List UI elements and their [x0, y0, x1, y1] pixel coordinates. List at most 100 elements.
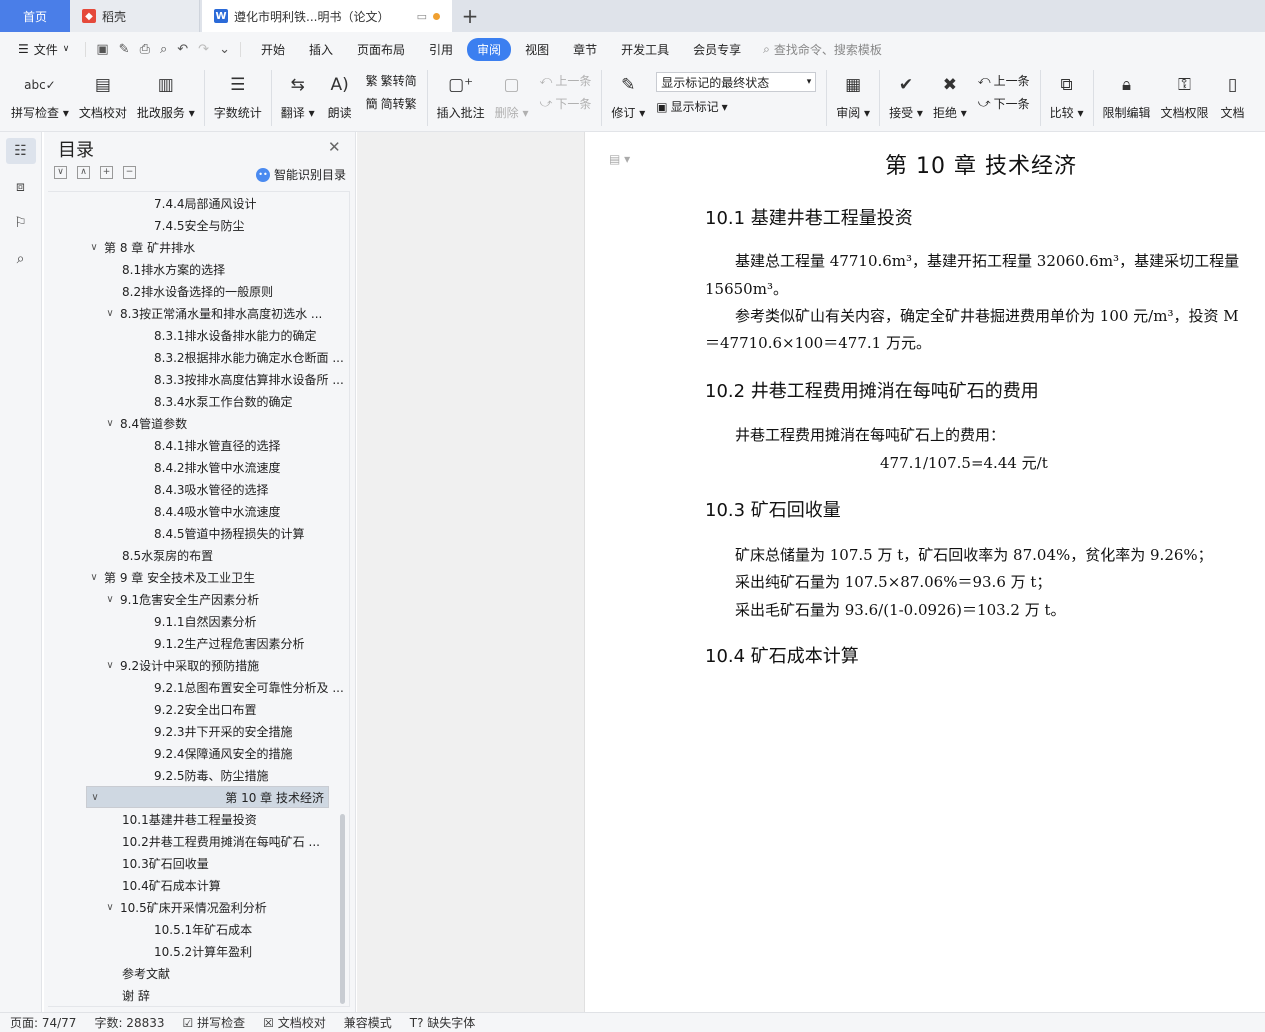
show-markup-button[interactable]: ▣ 显示标记 ▾: [656, 98, 816, 115]
doc-permission-button[interactable]: ⚿ 文档权限: [1156, 70, 1214, 121]
toc-item[interactable]: 8.4.4吸水管中水流速度: [48, 500, 349, 522]
toc-item[interactable]: 谢 辞: [48, 984, 349, 1006]
menu-view[interactable]: 视图: [515, 38, 559, 61]
status-spell-check[interactable]: ☑ 拼写检查: [183, 1014, 246, 1031]
chapter-panel-button[interactable]: ⧈: [6, 174, 36, 200]
command-search[interactable]: ⌕ 查找命令、搜索模板: [763, 41, 882, 58]
toc-item[interactable]: 8.4.5管道中扬程损失的计算: [48, 522, 349, 544]
toc-item[interactable]: 8.4.3吸水管径的选择: [48, 478, 349, 500]
print-preview-icon[interactable]: ⌕: [160, 42, 167, 57]
chevron-down-icon[interactable]: ∨: [104, 308, 116, 319]
format-painter-icon[interactable]: ✎: [119, 42, 130, 57]
translate-button[interactable]: ⇆ 翻译 ▾: [276, 70, 320, 121]
toc-item[interactable]: 9.1.2生产过程危害因素分析: [48, 632, 349, 654]
toc-item[interactable]: 10.1基建井巷工程量投资: [48, 808, 349, 830]
toc-item[interactable]: 9.2.1总图布置安全可靠性分析及 ...: [48, 676, 349, 698]
toc-item[interactable]: ∨ 第 9 章 安全技术及工业卫生: [48, 566, 349, 588]
doc-more-button[interactable]: ▯ 文档: [1214, 70, 1252, 121]
toc-item[interactable]: 10.5.2计算年盈利: [48, 940, 349, 962]
menu-insert[interactable]: 插入: [299, 38, 343, 61]
menu-references[interactable]: 引用: [419, 38, 463, 61]
toc-item[interactable]: 8.3.3按排水高度估算排水设备所 ...: [48, 368, 349, 390]
bookmark-panel-button[interactable]: ⚐: [6, 210, 36, 236]
new-tab-button[interactable]: +: [452, 0, 488, 32]
delete-comment-button[interactable]: ▢ 删除 ▾: [490, 70, 534, 121]
tab-docer[interactable]: ◆ 稻壳: [70, 0, 200, 32]
toc-item[interactable]: 8.3.1排水设备排水能力的确定: [48, 324, 349, 346]
smart-toc-button[interactable]: •• 智能识别目录: [256, 166, 346, 183]
expand-all-icon[interactable]: ∨: [54, 166, 67, 179]
tab-document[interactable]: W 遵化市明利铁...明书（论文） ▭: [202, 0, 452, 32]
toc-item[interactable]: 9.2.3井下开采的安全措施: [48, 720, 349, 742]
reject-button[interactable]: ✖ 拒绝 ▾: [928, 70, 972, 121]
menu-developer[interactable]: 开发工具: [611, 38, 679, 61]
toc-item[interactable]: 7.4.4局部通风设计: [48, 192, 349, 214]
more-icon[interactable]: ⌄: [219, 42, 230, 57]
menu-layout[interactable]: 页面布局: [347, 38, 415, 61]
restrict-edit-button[interactable]: 🔒︎ 限制编辑: [1098, 70, 1156, 121]
toc-item[interactable]: 8.2排水设备选择的一般原则: [48, 280, 349, 302]
toc-item[interactable]: ∨ 9.1危害安全生产因素分析: [48, 588, 349, 610]
chevron-down-icon[interactable]: ∨: [104, 902, 116, 913]
toc-item[interactable]: 8.1排水方案的选择: [48, 258, 349, 280]
insert-comment-button[interactable]: ▢⁺ 插入批注: [432, 70, 490, 121]
missing-font-button[interactable]: T? 缺失字体: [410, 1014, 476, 1031]
toc-item[interactable]: 8.5水泵房的布置: [48, 544, 349, 566]
toc-item[interactable]: 8.4.2排水管中水流速度: [48, 456, 349, 478]
document-page[interactable]: ▤ ▾ 第 10 章 技术经济 10.1 基建井巷工程量投资 基建总工程量 47…: [584, 132, 1265, 1012]
menu-home[interactable]: 开始: [251, 38, 295, 61]
find-panel-button[interactable]: ⌕: [6, 246, 36, 272]
toc-item[interactable]: 10.4矿石成本计算: [48, 874, 349, 896]
prev-comment-button[interactable]: ⤺ 上一条: [540, 72, 592, 89]
toc-item[interactable]: 10.3矿石回收量: [48, 852, 349, 874]
toc-item[interactable]: 10.2井巷工程费用摊消在每吨矿石 ...: [48, 830, 349, 852]
toc-item[interactable]: 参考文献: [48, 962, 349, 984]
next-comment-button[interactable]: ⤻ 下一条: [540, 95, 592, 112]
word-count-button[interactable]: ☰ 字数统计: [209, 70, 267, 121]
toc-item[interactable]: ∨ 10.5矿床开采情况盈利分析: [48, 896, 349, 918]
toc-item[interactable]: 10.5.1年矿石成本: [48, 918, 349, 940]
toc-item[interactable]: 9.2.4保障通风安全的措施: [48, 742, 349, 764]
compare-button[interactable]: ⧉ 比较 ▾: [1045, 70, 1089, 121]
toc-panel-button[interactable]: ☷: [5, 138, 36, 164]
toc-item[interactable]: 9.1.1自然因素分析: [48, 610, 349, 632]
review-pane-button[interactable]: ▦ 审阅 ▾: [831, 70, 875, 121]
toc-item[interactable]: ∨ 8.4管道参数: [48, 412, 349, 434]
toc-scrollbar[interactable]: [340, 814, 345, 1004]
collapse-all-icon[interactable]: ∧: [77, 166, 90, 179]
status-doc-proof[interactable]: ☒ 文档校对: [263, 1014, 326, 1031]
approval-service-button[interactable]: ▥ 批改服务 ▾: [132, 70, 200, 121]
file-menu[interactable]: ☰ 文件 ∨: [12, 41, 75, 58]
close-icon[interactable]: ✕: [328, 138, 341, 156]
toc-item[interactable]: 8.3.4水泵工作台数的确定: [48, 390, 349, 412]
toc-item[interactable]: 9.2.2安全出口布置: [48, 698, 349, 720]
remove-heading-icon[interactable]: −: [123, 166, 136, 179]
simp-to-trad-button[interactable]: 簡简转繁: [366, 95, 417, 112]
monitor-icon[interactable]: ▭: [417, 10, 427, 23]
chevron-down-icon[interactable]: ∨: [88, 242, 100, 253]
print-icon[interactable]: ⎙: [140, 42, 150, 57]
toc-item[interactable]: 7.4.5安全与防尘: [48, 214, 349, 236]
toc-item[interactable]: 8.3.2根据排水能力确定水仓断面 ...: [48, 346, 349, 368]
undo-icon[interactable]: ↶: [177, 42, 188, 57]
menu-section[interactable]: 章节: [563, 38, 607, 61]
chevron-down-icon[interactable]: ∨: [104, 660, 116, 671]
menu-member[interactable]: 会员专享: [683, 38, 751, 61]
chevron-down-icon[interactable]: ∨: [89, 792, 101, 803]
next-change-button[interactable]: ⤻ 下一条: [978, 95, 1030, 112]
chevron-down-icon[interactable]: ∨: [88, 572, 100, 583]
markup-state-select[interactable]: 显示标记的最终状态 ▾: [656, 72, 817, 92]
toc-item[interactable]: 8.4.1排水管直径的选择: [48, 434, 349, 456]
add-heading-icon[interactable]: +: [100, 166, 113, 179]
toc-item[interactable]: ∨ 8.3按正常涌水量和排水高度初选水 ...: [48, 302, 349, 324]
chevron-down-icon[interactable]: ∨: [104, 594, 116, 605]
toc-item[interactable]: ∨ 第 8 章 矿井排水: [48, 236, 349, 258]
word-count-indicator[interactable]: 字数: 28833: [94, 1014, 164, 1031]
accept-button[interactable]: ✔ 接受 ▾: [884, 70, 928, 121]
toc-item[interactable]: ∨ 9.2设计中采取的预防措施: [48, 654, 349, 676]
chevron-down-icon[interactable]: ∨: [104, 418, 116, 429]
prev-change-button[interactable]: ⤺ 上一条: [978, 72, 1030, 89]
toc-item[interactable]: 9.2.5防毒、防尘措施: [48, 764, 349, 786]
menu-review[interactable]: 审阅: [467, 37, 512, 61]
toc-item[interactable]: ∨ 第 10 章 技术经济: [86, 786, 329, 808]
